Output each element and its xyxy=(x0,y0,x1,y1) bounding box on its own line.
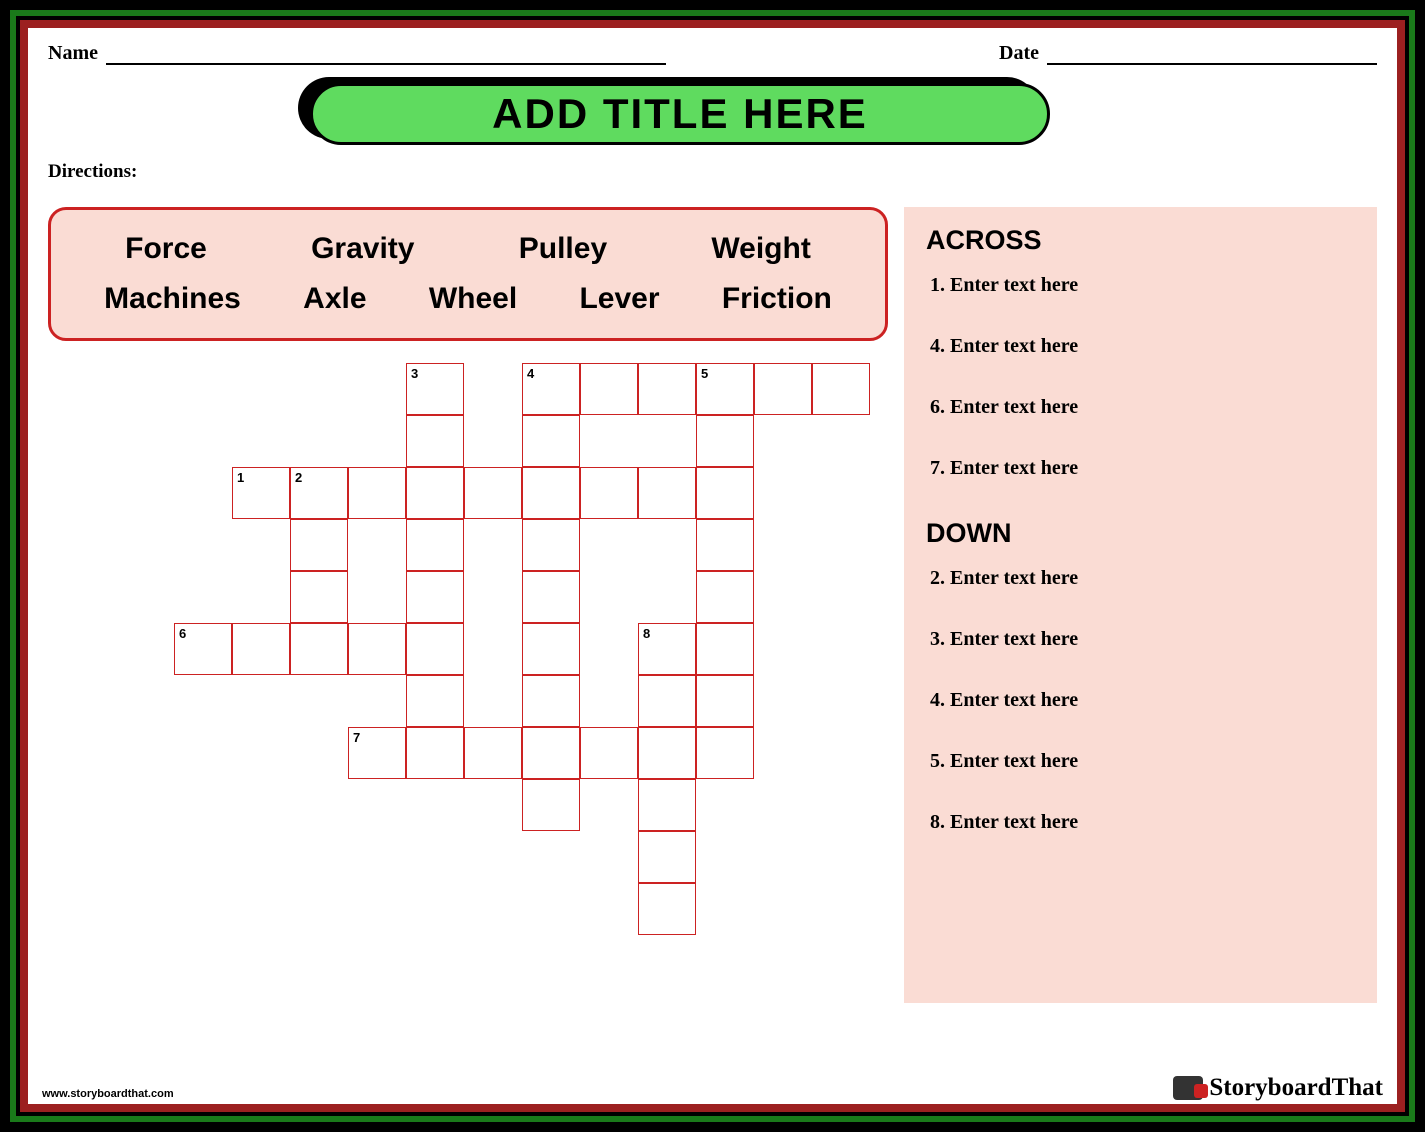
crossword-cell[interactable] xyxy=(522,675,580,727)
crossword-cell[interactable]: 3 xyxy=(406,363,464,415)
word-bank-item: Pulley xyxy=(519,232,607,266)
directions-label: Directions: xyxy=(28,155,1397,189)
clue-item[interactable]: 2. Enter text here xyxy=(930,567,1355,590)
crossword-cell[interactable] xyxy=(522,519,580,571)
crossword-cell[interactable] xyxy=(522,727,580,779)
crossword-cell[interactable]: 4 xyxy=(522,363,580,415)
crossword-cell[interactable] xyxy=(696,415,754,467)
crossword-cell[interactable] xyxy=(464,727,522,779)
crossword-cell[interactable] xyxy=(638,883,696,935)
crossword-cell[interactable]: 5 xyxy=(696,363,754,415)
crossword-cell[interactable]: 6 xyxy=(174,623,232,675)
word-bank-row-2: Machines Axle Wheel Lever Friction xyxy=(73,274,863,324)
worksheet: Name Date ADD TITLE HERE Directions: xyxy=(20,20,1405,1112)
clue-item[interactable]: 5. Enter text here xyxy=(930,750,1355,773)
across-list: 1. Enter text here 4. Enter text here 6. E… xyxy=(926,274,1355,480)
crossword-cell[interactable] xyxy=(406,727,464,779)
title-pill[interactable]: ADD TITLE HERE xyxy=(310,83,1050,145)
crossword-cell[interactable] xyxy=(406,675,464,727)
brand-logo: StoryboardThat xyxy=(1173,1074,1383,1102)
speech-bubble-icon xyxy=(1173,1076,1203,1100)
brand-text: StoryboardThat xyxy=(1209,1074,1383,1102)
crossword-cell[interactable] xyxy=(464,467,522,519)
title-container: ADD TITLE HERE xyxy=(28,77,1397,155)
down-heading: DOWN xyxy=(926,518,1355,549)
crossword-cell[interactable] xyxy=(696,623,754,675)
crossword-cell[interactable] xyxy=(406,415,464,467)
word-bank-item: Force xyxy=(125,232,207,266)
crossword-cell[interactable] xyxy=(580,727,638,779)
clue-item[interactable]: 8. Enter text here xyxy=(930,811,1355,834)
crossword-cell[interactable] xyxy=(348,623,406,675)
crossword-cell[interactable] xyxy=(290,519,348,571)
word-bank-item: Machines xyxy=(104,282,241,316)
crossword-cell[interactable] xyxy=(696,727,754,779)
crossword-cell[interactable] xyxy=(638,467,696,519)
crossword-cell[interactable]: 2 xyxy=(290,467,348,519)
header-row: Name Date xyxy=(28,28,1397,65)
crossword-cell[interactable] xyxy=(696,675,754,727)
crossword-cell[interactable] xyxy=(812,363,870,415)
crossword-cell[interactable] xyxy=(696,467,754,519)
crossword-cell[interactable] xyxy=(638,831,696,883)
word-bank-item: Wheel xyxy=(429,282,517,316)
word-bank-item: Gravity xyxy=(311,232,414,266)
crossword-cell[interactable] xyxy=(580,467,638,519)
word-bank-item: Lever xyxy=(579,282,659,316)
green-frame: Name Date ADD TITLE HERE Directions: xyxy=(10,10,1415,1122)
word-bank-item: Axle xyxy=(303,282,366,316)
word-bank-row-1: Force Gravity Pulley Weight xyxy=(73,224,863,274)
down-list: 2. Enter text here 3. Enter text here 4. E… xyxy=(926,567,1355,834)
name-input-line[interactable] xyxy=(106,43,666,65)
across-heading: ACROSS xyxy=(926,225,1355,256)
word-bank-item: Weight xyxy=(711,232,810,266)
clue-item[interactable]: 4. Enter text here xyxy=(930,689,1355,712)
clue-item[interactable]: 3. Enter text here xyxy=(930,628,1355,651)
crossword-cell[interactable] xyxy=(754,363,812,415)
crossword-cell[interactable] xyxy=(638,727,696,779)
outer-frame: Name Date ADD TITLE HERE Directions: xyxy=(0,0,1425,1132)
crossword-cell[interactable]: 8 xyxy=(638,623,696,675)
name-field: Name xyxy=(48,42,666,65)
crossword-cell[interactable] xyxy=(638,675,696,727)
crossword-cell[interactable] xyxy=(638,779,696,831)
content-row: Force Gravity Pulley Weight Machines Axl… xyxy=(28,189,1397,1003)
crossword-cell[interactable] xyxy=(522,779,580,831)
crossword-cell[interactable] xyxy=(522,467,580,519)
crossword-grid: 3 4 5 12 6 8 7 xyxy=(58,363,888,1003)
crossword-cell[interactable] xyxy=(522,623,580,675)
clues-panel: ACROSS 1. Enter text here 4. Enter text h… xyxy=(904,207,1377,1003)
name-label: Name xyxy=(48,42,98,65)
crossword-cell[interactable] xyxy=(696,571,754,623)
crossword-cell[interactable] xyxy=(522,415,580,467)
crossword-cell[interactable] xyxy=(406,571,464,623)
title-text: ADD TITLE HERE xyxy=(492,90,868,138)
date-input-line[interactable] xyxy=(1047,43,1377,65)
crossword-cell[interactable] xyxy=(580,363,638,415)
word-bank: Force Gravity Pulley Weight Machines Axl… xyxy=(48,207,888,341)
crossword-cell[interactable] xyxy=(696,519,754,571)
crossword-cell[interactable] xyxy=(638,363,696,415)
clue-item[interactable]: 4. Enter text here xyxy=(930,335,1355,358)
crossword-cell[interactable] xyxy=(232,623,290,675)
clue-item[interactable]: 1. Enter text here xyxy=(930,274,1355,297)
crossword-cell[interactable]: 1 xyxy=(232,467,290,519)
crossword-cell[interactable] xyxy=(406,519,464,571)
date-field: Date xyxy=(999,42,1377,65)
footer-url: www.storyboardthat.com xyxy=(42,1088,174,1100)
crossword-cell[interactable] xyxy=(522,571,580,623)
clue-item[interactable]: 6. Enter text here xyxy=(930,396,1355,419)
date-label: Date xyxy=(999,42,1039,65)
crossword-cell[interactable]: 7 xyxy=(348,727,406,779)
crossword-cell[interactable] xyxy=(406,467,464,519)
left-column: Force Gravity Pulley Weight Machines Axl… xyxy=(48,207,888,1003)
crossword-cell[interactable] xyxy=(348,467,406,519)
word-bank-item: Friction xyxy=(722,282,832,316)
clue-item[interactable]: 7. Enter text here xyxy=(930,457,1355,480)
crossword-cell[interactable] xyxy=(406,623,464,675)
crossword-cell[interactable] xyxy=(290,623,348,675)
crossword-cell[interactable] xyxy=(290,571,348,623)
